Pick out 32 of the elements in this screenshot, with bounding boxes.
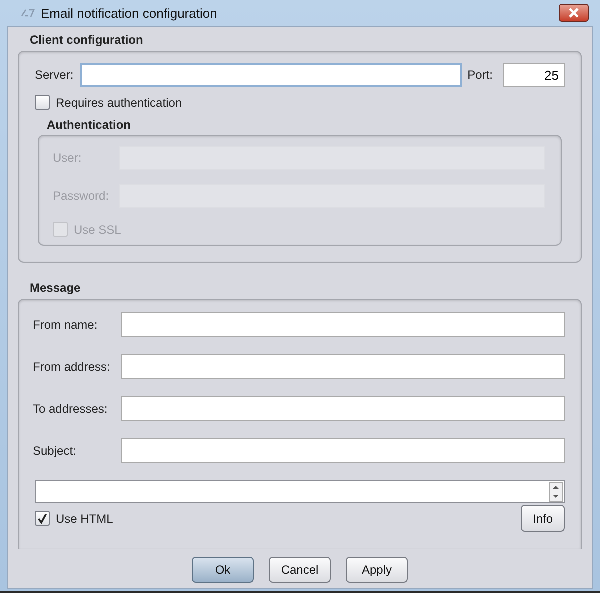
field-label: To addresses: [33,402,109,416]
field-label: Password: [53,189,110,203]
field-label: Port: [468,68,493,82]
port-field[interactable]: 25 [503,63,565,87]
section-heading: Client configuration [29,33,144,49]
field-label: From name: [33,318,99,332]
server-field[interactable] [80,63,462,87]
input-field[interactable] [121,396,565,421]
close-button[interactable] [559,4,589,22]
dialog-button[interactable]: Ok [192,557,254,583]
section-heading: Message [29,280,82,297]
field-label: User: [53,151,83,165]
text-area[interactable] [35,480,565,503]
input-field[interactable] [121,312,565,337]
field-label: Subject: [33,444,78,458]
checkbox[interactable] [35,511,50,526]
input-field[interactable] [121,438,565,463]
dialog-button[interactable]: Apply [346,557,408,583]
dialog-button[interactable]: Cancel [269,557,331,583]
checkbox-label: Use SSL [74,222,122,236]
info-button[interactable]: Info [521,505,565,532]
input-field[interactable] [121,354,565,379]
window-title: Email notification configuration [41,6,218,20]
section-heading: Authentication [46,117,132,134]
app-icon [21,8,35,18]
close-icon [568,8,580,18]
checkbox-label: Requires authentication [56,96,182,110]
spinner-icon[interactable] [549,482,563,502]
checkbox[interactable] [35,95,50,110]
field-label: From address: [33,360,112,374]
field-label: Server: [35,68,74,82]
checkbox-label: Use HTML [56,512,114,526]
